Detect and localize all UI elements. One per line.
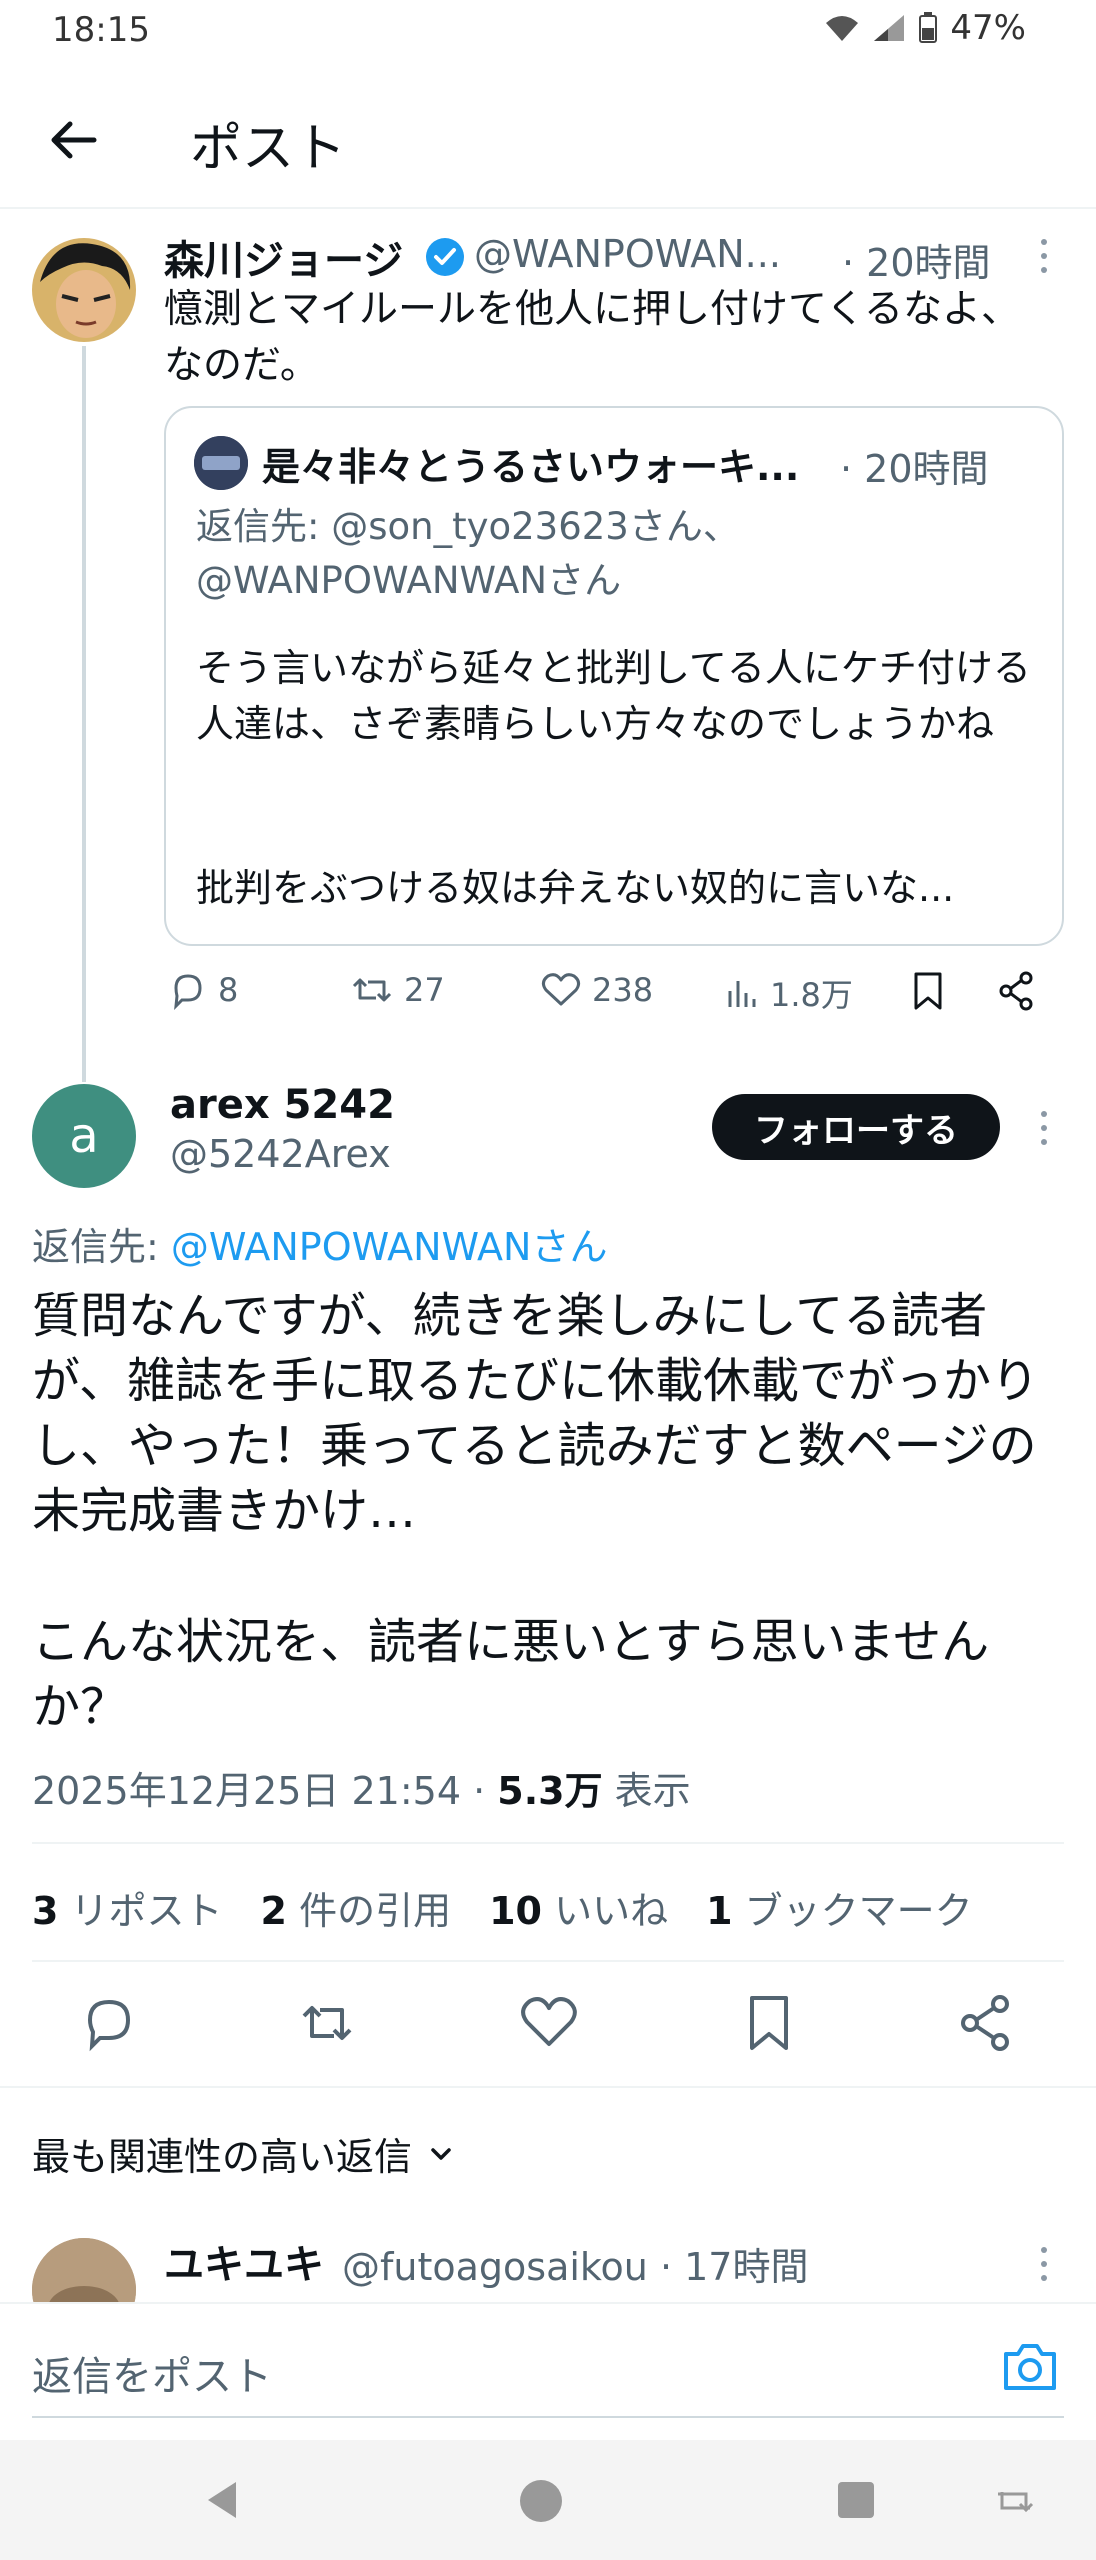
reply-input[interactable]: 返信をポスト: [32, 2344, 272, 2402]
tweet-text: 質問なんですが、続きを楽しみにしてる読者が、雑誌を手に取るたびに休載休載でがっか…: [32, 1288, 1040, 1539]
repost-button[interactable]: [294, 1990, 360, 2056]
follow-button[interactable]: フォローする: [712, 1094, 1000, 1160]
status-time: 18:15: [52, 10, 150, 50]
reply-button[interactable]: [76, 1990, 142, 2056]
repost-icon: [352, 978, 392, 1002]
views-count: 1.8万: [770, 976, 853, 1014]
avatar[interactable]: [32, 238, 136, 342]
tweet-datetime: 2025年12月25日 21:54 ·: [32, 1769, 498, 1813]
reply-icon: [87, 1999, 131, 2052]
stat-likes[interactable]: 10 いいね: [489, 1880, 668, 1935]
stat-reposts[interactable]: 3 リポスト: [32, 1880, 223, 1935]
signal-icon: [874, 15, 905, 41]
camera-icon: [1004, 2344, 1056, 2390]
more-options-icon[interactable]: [1036, 236, 1052, 276]
author-handle[interactable]: @WANPOWAN...: [474, 232, 781, 276]
quoted-text-continued: 批判をぶつける奴は弁えない奴的に言いな...: [196, 866, 955, 910]
divider: [32, 1842, 1064, 1844]
stat-quotes[interactable]: 2 件の引用: [261, 1880, 452, 1935]
author-name[interactable]: 森川ジョージ: [164, 228, 403, 286]
like-button[interactable]: 238: [540, 970, 653, 1010]
reply-count: 8: [218, 971, 239, 1009]
tweet-actions: 8 27 238 1.8万: [164, 970, 1064, 1030]
bookmark-icon: [750, 1996, 788, 2050]
bookmark-button[interactable]: [736, 1990, 802, 2056]
quoted-time: · 20時間: [840, 447, 989, 491]
share-icon: [999, 971, 1033, 1011]
author-handle[interactable]: @futoagosaikou · 17時間: [342, 2236, 808, 2291]
camera-button[interactable]: [1000, 2340, 1060, 2394]
heart-icon: [521, 1997, 577, 2046]
share-button[interactable]: [952, 1990, 1018, 2056]
views-label: 表示: [602, 1769, 691, 1813]
input-underline: [32, 2416, 1064, 2418]
heart-icon: [541, 973, 581, 1006]
views-button[interactable]: 1.8万: [724, 970, 853, 1016]
engagement-stats: 3 リポスト 2 件の引用 10 いいね 1 ブックマーク: [32, 1880, 973, 1935]
tweet-time[interactable]: · 20時間: [842, 232, 991, 287]
header-divider: [0, 207, 1096, 209]
quoted-text: そう言いながら延々と批判してる人にケチ付ける人達は、さぞ素晴らしい方々なのでしょ…: [196, 646, 1031, 746]
battery-level: 47%: [950, 8, 1026, 48]
share-button[interactable]: [996, 970, 1038, 1012]
bookmark-icon: [914, 972, 942, 1010]
thread-line: [82, 346, 86, 1082]
tweet-text: 憶測とマイルールを他人に押し付けてくるなよ、なのだ。: [164, 287, 1021, 388]
author-name[interactable]: ユキユキ: [164, 2232, 324, 2290]
back-button[interactable]: [44, 110, 104, 170]
repost-button[interactable]: 27: [350, 970, 445, 1010]
stat-bookmarks[interactable]: 1 ブックマーク: [706, 1880, 973, 1935]
divider: [32, 1960, 1064, 1962]
reply-button[interactable]: 8: [168, 970, 238, 1010]
system-navigation-bar: [0, 2440, 1096, 2560]
arrow-left-icon: [51, 121, 97, 159]
more-options-icon[interactable]: [1036, 1108, 1052, 1148]
share-icon: [961, 1995, 1009, 2051]
reply-to: 返信先: @WANPOWANWANさん: [32, 1225, 608, 1269]
repost-icon: [302, 2006, 352, 2040]
avatar[interactable]: a: [32, 1084, 136, 1188]
divider: [0, 2302, 1096, 2304]
nav-back-icon[interactable]: [200, 2478, 244, 2522]
rotate-icon[interactable]: [992, 2484, 1036, 2518]
reply-icon: [174, 974, 202, 1010]
quoted-avatar: [194, 436, 248, 490]
tweet-text-continued: こんな状況を、読者に悪いとすら思いませんか？: [32, 1614, 990, 1735]
reply-sort-dropdown[interactable]: 最も関連性の高い返信: [32, 2126, 456, 2181]
reply-sort-label: 最も関連性の高い返信: [32, 2135, 413, 2179]
repost-count: 27: [404, 971, 445, 1009]
quoted-reply-to: 返信先: @son_tyo23623さん、 @WANPOWANWANさん: [196, 505, 740, 602]
verified-badge-icon: [424, 236, 466, 278]
like-button[interactable]: [516, 1990, 582, 2056]
tweet-meta: 2025年12月25日 21:54 · 5.3万 表示: [32, 1760, 691, 1815]
battery-icon: [919, 12, 938, 43]
like-count: 238: [592, 971, 654, 1009]
author-name[interactable]: arex 5242: [170, 1082, 395, 1128]
views-count: 5.3万: [497, 1769, 603, 1813]
nav-home-icon[interactable]: [518, 2478, 564, 2524]
page-title: ポスト: [190, 119, 347, 179]
quoted-author-name: 是々非々とうるさいウォーキ...: [262, 445, 800, 489]
nav-recents-icon[interactable]: [836, 2480, 876, 2520]
reply-to-link[interactable]: @WANPOWANWANさん: [171, 1225, 608, 1269]
author-handle[interactable]: @5242Arex: [170, 1132, 391, 1176]
status-icons: 47%: [824, 8, 1026, 48]
tweet-actions: [32, 1990, 1064, 2056]
more-options-icon[interactable]: [1036, 2244, 1052, 2284]
views-icon: [728, 981, 756, 1007]
bookmark-button[interactable]: [910, 970, 946, 1012]
divider: [0, 2086, 1096, 2088]
chevron-down-icon: [431, 2147, 451, 2160]
wifi-icon: [826, 16, 859, 41]
